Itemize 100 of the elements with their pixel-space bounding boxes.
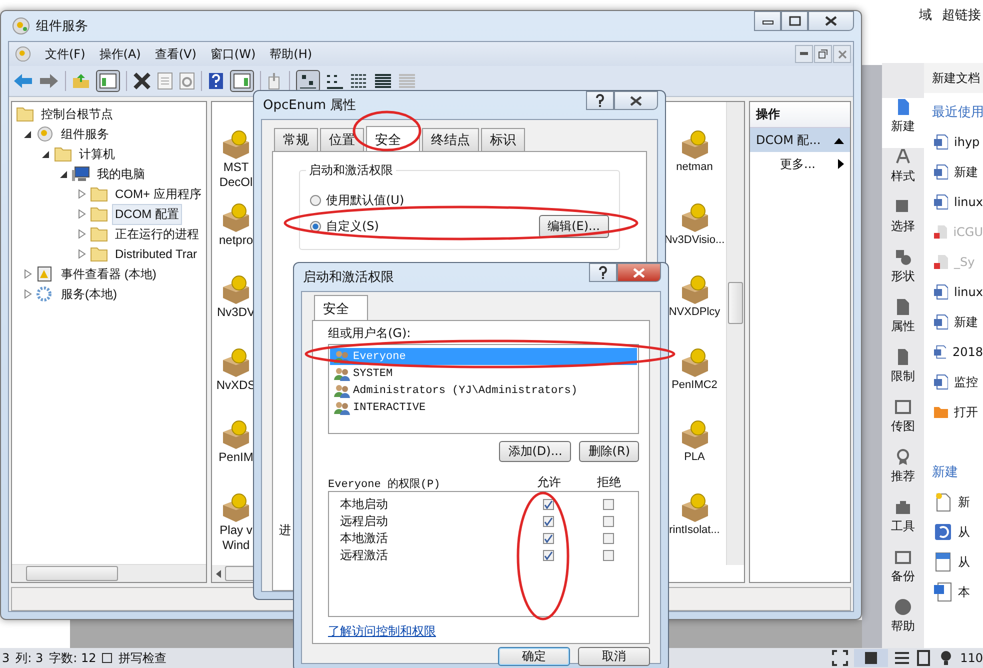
- recent-file[interactable]: 打开: [932, 397, 983, 427]
- tab[interactable]: 位置: [320, 128, 364, 151]
- add-button[interactable]: 添加(D)...: [499, 441, 572, 462]
- tree-item[interactable]: 计算机: [76, 144, 118, 164]
- new-option[interactable]: 新: [932, 487, 983, 517]
- item-label[interactable]: netpro: [218, 232, 254, 248]
- fullscreen-icon[interactable]: [832, 650, 848, 666]
- sidebar-item[interactable]: 帮助: [882, 598, 924, 648]
- restore-button[interactable]: [814, 45, 832, 63]
- forward-arrow-icon[interactable]: [39, 73, 59, 89]
- sidebar-item[interactable]: 样式: [882, 148, 924, 198]
- sidebar-item[interactable]: 推荐: [882, 448, 924, 498]
- item-label[interactable]: NVXDPlcy: [668, 305, 720, 320]
- web-view-icon[interactable]: [916, 650, 932, 666]
- recent-file[interactable]: linux: [932, 277, 983, 307]
- tree-item[interactable]: COM+ 应用程序: [112, 184, 204, 204]
- user-item[interactable]: SYSTEM: [330, 365, 637, 382]
- new-option[interactable]: 从: [932, 547, 983, 577]
- tab[interactable]: 终结点: [422, 128, 479, 151]
- list-view-icon[interactable]: [350, 73, 368, 89]
- recent-file[interactable]: ihyp: [932, 127, 983, 157]
- radio-button[interactable]: [310, 194, 321, 206]
- menu-item[interactable]: 操作(A): [99, 46, 141, 62]
- item-label[interactable]: PenIM: [218, 450, 254, 465]
- details-view-icon[interactable]: [374, 73, 392, 89]
- radio-label[interactable]: 使用默认值(U): [326, 192, 404, 208]
- close-button[interactable]: [617, 263, 661, 282]
- item-label[interactable]: Nv3DVisio...: [664, 232, 725, 248]
- small-icons-view-icon[interactable]: [326, 73, 344, 89]
- sidebar-item[interactable]: 备份: [882, 548, 924, 598]
- checkbox[interactable]: [602, 499, 614, 510]
- horizontal-scrollbar[interactable]: [212, 565, 256, 582]
- page-view-button[interactable]: [854, 649, 888, 667]
- checkbox[interactable]: [542, 533, 554, 544]
- tree-item[interactable]: 控制台根节点: [38, 104, 116, 124]
- tree-item[interactable]: Distributed Trar: [112, 245, 200, 263]
- help-button[interactable]: [589, 263, 617, 282]
- sidebar-item[interactable]: 限制: [882, 348, 924, 398]
- sidebar-item[interactable]: 传图: [882, 398, 924, 448]
- minimize-button[interactable]: [754, 11, 781, 31]
- collapse-arrow-icon[interactable]: [24, 129, 32, 139]
- tree-item[interactable]: DCOM 配置: [112, 204, 182, 224]
- sidebar-item[interactable]: 形状: [882, 248, 924, 298]
- menu-item[interactable]: 帮助(H): [270, 46, 312, 62]
- recent-file[interactable]: 新建: [932, 157, 983, 187]
- tree-item[interactable]: 正在运行的进程: [112, 224, 202, 244]
- tree-item[interactable]: 组件服务: [58, 124, 112, 144]
- ribbon-item[interactable]: 域: [919, 6, 932, 24]
- expand-arrow-icon[interactable]: [24, 289, 32, 299]
- item-label[interactable]: PenIMC2: [672, 378, 718, 392]
- item-label[interactable]: Play v: [220, 522, 252, 538]
- expand-arrow-icon[interactable]: [78, 249, 86, 259]
- checkbox[interactable]: [602, 516, 614, 527]
- list-icon[interactable]: [894, 650, 910, 666]
- radio-label[interactable]: 自定义(S): [326, 218, 379, 234]
- item-label[interactable]: netman: [676, 160, 713, 175]
- action-item[interactable]: DCOM 配...: [750, 128, 850, 152]
- user-list[interactable]: Everyone SYSTEM Administrators (YJ\Administrators) INTERACTIVE: [328, 344, 639, 434]
- new-option[interactable]: 从: [932, 517, 983, 547]
- zoom-level[interactable]: 110: [960, 651, 983, 665]
- vertical-scrollbar[interactable]: [726, 102, 744, 565]
- large-icons-view-icon[interactable]: [296, 70, 320, 92]
- recent-file[interactable]: 新建: [932, 307, 983, 337]
- help-link[interactable]: 了解访问控制和权限: [328, 624, 436, 639]
- recent-file[interactable]: 2018: [932, 337, 983, 367]
- item-label[interactable]: PLA: [684, 450, 705, 465]
- item-label[interactable]: Wind: [222, 538, 250, 552]
- expand-arrow-icon[interactable]: [78, 229, 86, 239]
- remove-button[interactable]: 删除(R): [579, 441, 639, 462]
- delete-icon[interactable]: [133, 72, 151, 90]
- user-item[interactable]: INTERACTIVE: [330, 399, 637, 416]
- new-option[interactable]: 本: [932, 577, 983, 607]
- expand-arrow-icon[interactable]: [78, 209, 86, 219]
- menu-item[interactable]: 窗口(W): [210, 46, 256, 62]
- properties-icon[interactable]: [157, 72, 173, 90]
- console-tree-icon[interactable]: [96, 70, 120, 92]
- item-label[interactable]: MST: [223, 160, 249, 175]
- tab[interactable]: 安全: [314, 295, 368, 321]
- sidebar-item[interactable]: 工具: [882, 498, 924, 548]
- action-item[interactable]: 更多...: [750, 152, 850, 176]
- sidebar-item[interactable]: 新建: [882, 98, 924, 148]
- tree-item[interactable]: 事件查看器 (本地): [58, 264, 160, 284]
- item-label[interactable]: rintIsolat...: [669, 522, 720, 538]
- checkbox[interactable]: [602, 550, 614, 561]
- collapse-arrow-icon[interactable]: [42, 149, 50, 159]
- ribbon-item[interactable]: 超链接: [942, 6, 981, 24]
- radio-button[interactable]: [310, 220, 321, 232]
- recent-file[interactable]: linux: [932, 187, 983, 217]
- action-pane-icon[interactable]: [230, 70, 254, 92]
- menu-item[interactable]: 文件(F): [45, 46, 86, 62]
- checkbox[interactable]: [602, 533, 614, 544]
- edit-button[interactable]: 编辑(E)...: [538, 214, 609, 238]
- checkbox[interactable]: [542, 516, 554, 527]
- close-button[interactable]: [614, 91, 658, 110]
- checkbox[interactable]: [542, 499, 554, 510]
- checkbox[interactable]: [542, 550, 554, 561]
- checkbox[interactable]: [102, 653, 112, 663]
- tab[interactable]: 常规: [274, 128, 318, 151]
- horizontal-scrollbar[interactable]: [12, 564, 206, 582]
- cancel-button[interactable]: 取消: [578, 647, 650, 666]
